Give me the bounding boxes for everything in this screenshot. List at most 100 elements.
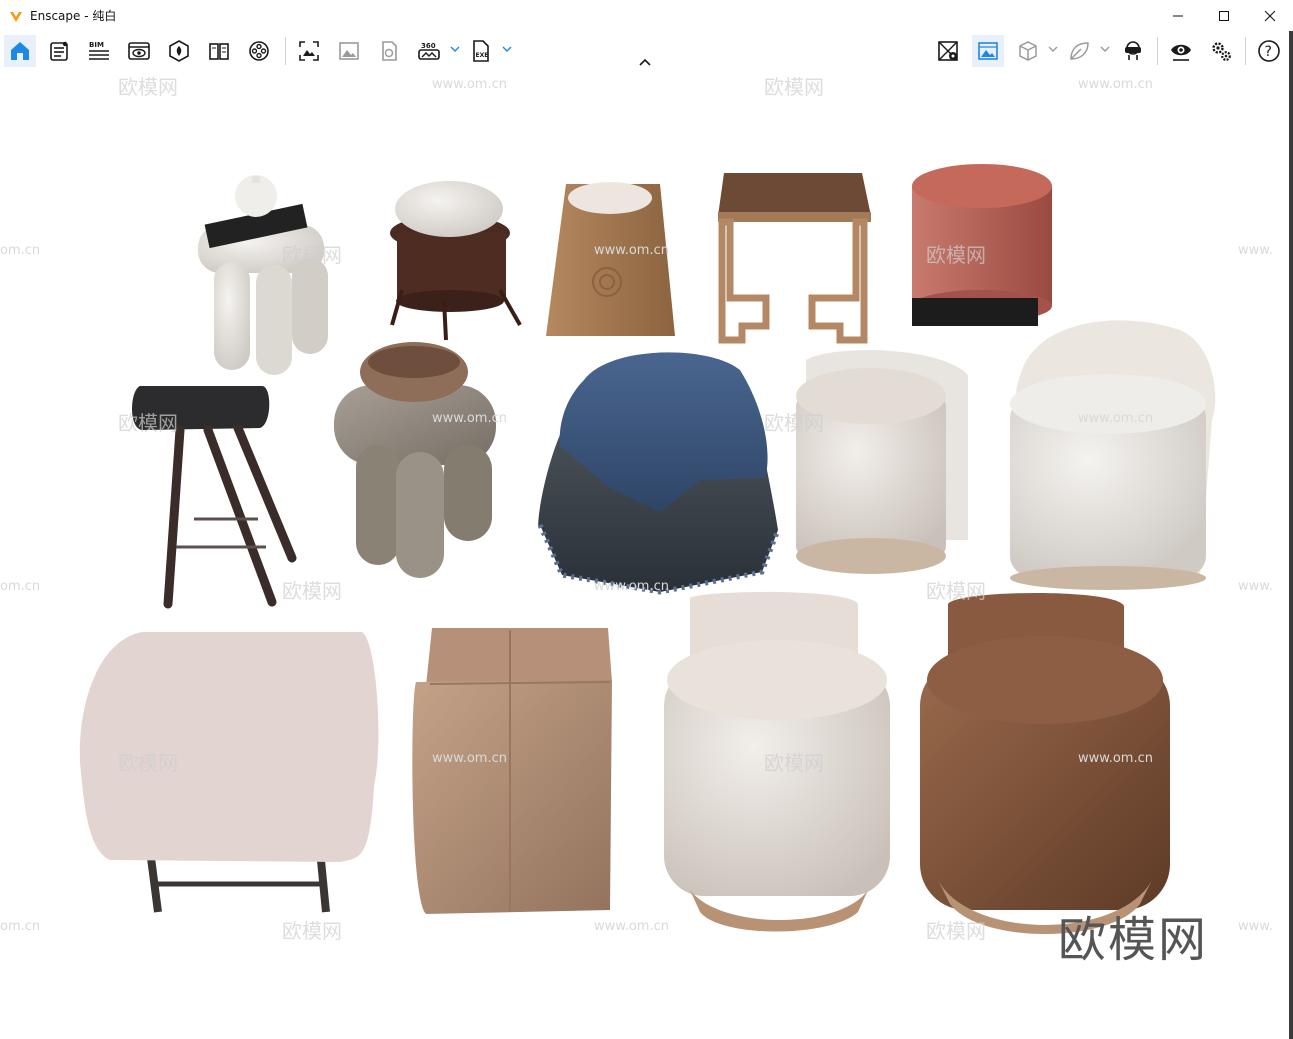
window-title: Enscape - 纯白 bbox=[30, 9, 117, 23]
watermark: 欧模网 bbox=[282, 243, 342, 267]
visual-settings-button[interactable] bbox=[932, 35, 964, 67]
bim-icon: BIM bbox=[89, 41, 109, 60]
visual-settings-icon bbox=[938, 41, 958, 61]
material-editor-icon bbox=[169, 40, 189, 62]
screenshot-icon bbox=[299, 41, 319, 61]
watermark: 欧模网 bbox=[282, 579, 342, 603]
watermark: 欧模网 bbox=[764, 75, 824, 99]
settings-gears-icon bbox=[1212, 42, 1231, 61]
watermark-url: www.om.cn bbox=[1078, 411, 1153, 426]
chevron-down-icon[interactable] bbox=[1048, 44, 1058, 54]
asset-library-button[interactable] bbox=[43, 35, 75, 67]
window-controls bbox=[1155, 0, 1293, 31]
watermark-url: www. bbox=[1238, 243, 1273, 258]
bim-button[interactable]: BIM bbox=[83, 35, 115, 67]
cube-view-icon bbox=[1019, 41, 1037, 61]
stool-wood-trapezoid bbox=[546, 182, 675, 336]
exe-export-button[interactable]: EXE bbox=[465, 35, 497, 67]
panorama-button[interactable] bbox=[373, 35, 405, 67]
watermark: 欧模网 bbox=[118, 75, 178, 99]
watermark-url: www.om.cn bbox=[432, 751, 507, 766]
side-table-blue-tablecloth bbox=[537, 352, 781, 595]
vr-headset-icon bbox=[1125, 41, 1141, 60]
close-icon bbox=[1264, 10, 1276, 21]
cube-view-button[interactable] bbox=[1012, 35, 1044, 67]
batch-render-button[interactable] bbox=[972, 35, 1004, 67]
view-management-button[interactable] bbox=[123, 35, 155, 67]
watermark-url: www.om.cn bbox=[594, 919, 669, 934]
watermark-url: www. bbox=[1238, 919, 1273, 934]
watermark: 欧模网 bbox=[118, 751, 178, 775]
armchair-pouf-white-tall-back bbox=[1010, 320, 1216, 590]
eye-icon bbox=[1171, 44, 1191, 61]
batch-render-icon bbox=[978, 42, 998, 60]
image-icon bbox=[339, 42, 359, 60]
stool-stone-with-bowl bbox=[334, 342, 496, 578]
watermark-url: www. bbox=[1238, 579, 1273, 594]
stool-white-cushion-dark-frame bbox=[390, 181, 522, 341]
collapse-toolbar-icon[interactable] bbox=[637, 56, 653, 68]
home-icon bbox=[11, 42, 29, 60]
leaf-button[interactable] bbox=[1063, 35, 1095, 67]
help-icon: ? bbox=[1258, 40, 1280, 62]
eye-button[interactable] bbox=[1165, 35, 1197, 67]
toolbar-separator bbox=[285, 37, 286, 65]
360-panorama-button[interactable]: 360 bbox=[413, 35, 445, 67]
close-button[interactable] bbox=[1247, 0, 1293, 31]
watermark-url: www.om.cn bbox=[432, 411, 507, 426]
watermark: 欧模网 bbox=[118, 411, 178, 435]
watermark-url: om.cn bbox=[0, 579, 41, 594]
book-icon bbox=[209, 43, 229, 60]
svg-text:BIM: BIM bbox=[89, 41, 104, 49]
watermark-url: om.cn bbox=[0, 919, 41, 934]
render-viewport[interactable]: 欧模网 www.om.cn 欧模网 www.om.cn om.cn 欧模网 ww… bbox=[0, 71, 1290, 1039]
toolbar-separator bbox=[1245, 37, 1246, 65]
brand-watermark: 欧模网 bbox=[1058, 912, 1209, 968]
minimize-button[interactable] bbox=[1155, 0, 1201, 31]
video-reel-button[interactable] bbox=[243, 35, 275, 67]
minimize-icon bbox=[1173, 15, 1183, 16]
watermark-url: www.om.cn bbox=[594, 243, 669, 258]
help-button[interactable]: ? bbox=[1253, 35, 1285, 67]
svg-text:?: ? bbox=[1265, 44, 1272, 60]
armchair-pouf-white-fabric bbox=[796, 350, 968, 574]
scene-canvas bbox=[79, 164, 1216, 934]
settings-button[interactable] bbox=[1205, 35, 1237, 67]
chevron-down-icon[interactable] bbox=[502, 44, 512, 54]
chevron-down-icon[interactable] bbox=[1100, 44, 1110, 54]
maximize-icon bbox=[1219, 10, 1229, 21]
watermark: 欧模网 bbox=[926, 579, 986, 603]
pouf-tan-leather-square bbox=[412, 628, 612, 914]
toolbar-separator bbox=[1157, 37, 1158, 65]
book-button[interactable] bbox=[203, 35, 235, 67]
watermark-url: om.cn bbox=[0, 243, 41, 258]
watermark: 欧模网 bbox=[926, 919, 986, 943]
enscape-logo-icon bbox=[10, 11, 22, 22]
maximize-button[interactable] bbox=[1201, 0, 1247, 31]
stool-white-stone-with-vase bbox=[198, 175, 328, 375]
watermark: 欧模网 bbox=[282, 919, 342, 943]
watermark-url: www.om.cn bbox=[1078, 751, 1153, 766]
watermark-url: www.om.cn bbox=[432, 77, 507, 92]
leaf-icon bbox=[1070, 42, 1089, 60]
exe-export-icon: EXE bbox=[473, 40, 489, 62]
watermark: 欧模网 bbox=[764, 411, 824, 435]
panorama-icon bbox=[382, 41, 397, 61]
home-button[interactable] bbox=[4, 35, 36, 67]
watermark-url: www.om.cn bbox=[1078, 77, 1153, 92]
video-reel-icon bbox=[249, 41, 269, 61]
watermark: 欧模网 bbox=[764, 751, 824, 775]
svg-text:EXE: EXE bbox=[476, 52, 489, 59]
side-table-wood-frame bbox=[718, 173, 871, 344]
screenshot-button[interactable] bbox=[293, 35, 325, 67]
chevron-down-icon[interactable] bbox=[450, 44, 460, 54]
watermark: 欧模网 bbox=[926, 243, 986, 267]
image-button[interactable] bbox=[333, 35, 365, 67]
360-icon: 360 bbox=[418, 42, 440, 60]
asset-library-icon bbox=[50, 41, 68, 61]
material-editor-button[interactable] bbox=[163, 35, 195, 67]
vr-headset-button[interactable] bbox=[1117, 35, 1149, 67]
view-management-icon bbox=[128, 42, 150, 60]
watermark-url: www.om.cn bbox=[594, 579, 669, 594]
title-bar: Enscape - 纯白 bbox=[0, 0, 1293, 31]
